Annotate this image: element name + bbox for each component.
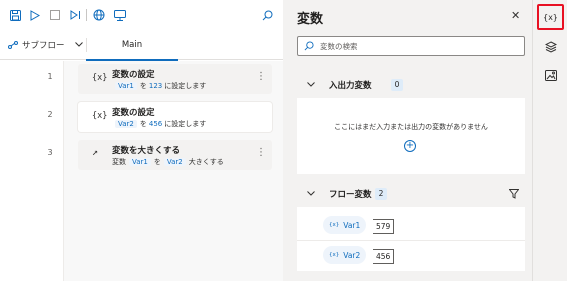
tab-bar: サブフロー Main xyxy=(0,30,283,61)
close-icon[interactable]: ✕ xyxy=(511,9,520,22)
action-increase-variable[interactable]: ↗ 変数を大きくする 変数 Var1 を Var2 大きくする ⋮ xyxy=(78,140,272,170)
more-options-icon[interactable]: ⋮ xyxy=(256,148,266,158)
more-options-icon[interactable]: ⋮ xyxy=(256,72,266,82)
desktop-recorder-icon[interactable] xyxy=(113,8,127,22)
tab-main-label: Main xyxy=(121,40,143,50)
action-set-variable-2[interactable]: {x} 変数の設定 Var2 を 456 に設定します xyxy=(78,102,272,132)
list-item[interactable]: {x} Var1 579 xyxy=(297,211,525,241)
line-number: 1 xyxy=(47,72,53,81)
search-icon xyxy=(304,41,314,54)
count-badge: 2 xyxy=(375,188,387,200)
section-title: フロー変数 xyxy=(329,190,372,200)
variable-icon: {x} xyxy=(92,111,108,121)
desc-text: に設定します xyxy=(164,120,207,128)
desc-text: を xyxy=(153,158,161,166)
variable-chip[interactable]: {x} Var1 xyxy=(323,216,367,234)
subflow-label: サブフロー xyxy=(22,41,65,51)
toolbar-separator xyxy=(86,9,87,21)
web-recorder-icon[interactable] xyxy=(92,8,106,22)
desc-text: を xyxy=(139,82,147,90)
desc-text: を xyxy=(139,120,147,128)
action-set-variable-1[interactable]: {x} 変数の設定 Var1 を 123 に設定します ⋮ xyxy=(78,64,272,94)
flow-designer: サブフロー Main 1 2 3 {x} 変数の設定 Var1 を 123 に設… xyxy=(0,0,283,281)
variable-value: 579 xyxy=(373,219,395,234)
desc-text: 変数 xyxy=(112,158,126,166)
action-title: 変数の設定 xyxy=(112,70,155,80)
filter-icon[interactable] xyxy=(508,189,520,202)
io-variables-body: ここにはまだ入力または出力の変数がありません + xyxy=(297,98,525,174)
variable-icon: {x} xyxy=(329,252,340,258)
line-number: 2 xyxy=(47,110,53,119)
variable-token: Var1 xyxy=(129,158,151,166)
action-description: Var2 を 456 に設定します xyxy=(112,119,206,129)
action-description: Var1 を 123 に設定します xyxy=(112,81,206,91)
trend-up-icon: ↗ xyxy=(92,147,99,158)
variable-chip[interactable]: {x} Var2 xyxy=(323,246,367,264)
images-icon[interactable] xyxy=(537,64,564,86)
toolbar xyxy=(0,0,283,30)
chevron-down-icon xyxy=(307,189,315,199)
variables-icon[interactable]: {x} xyxy=(537,4,564,30)
subflow-dropdown[interactable]: サブフロー xyxy=(8,30,83,60)
flow-variables-list: {x} Var1 579 {x} Var2 456 xyxy=(297,207,525,271)
variable-token: Var1 xyxy=(115,82,137,90)
action-title: 変数を大きくする xyxy=(112,146,181,156)
app-window: サブフロー Main 1 2 3 {x} 変数の設定 Var1 を 123 に設… xyxy=(0,0,567,281)
desc-text: 大きくする xyxy=(188,158,224,166)
search-icon[interactable] xyxy=(260,8,274,22)
value-token: 123 xyxy=(148,82,163,90)
variables-pane: 変数 ✕ 変数の検索 入出力変数 0 ここにはまだ入力または出力の変数がありませ… xyxy=(287,0,532,281)
variable-name: Var2 xyxy=(343,250,361,260)
variable-icon: {x} xyxy=(329,222,340,228)
action-title: 変数の設定 xyxy=(112,108,155,118)
chevron-down-icon xyxy=(74,40,83,50)
side-rail: {x} xyxy=(532,0,567,281)
flow-canvas xyxy=(64,61,283,281)
io-variables-header[interactable]: 入出力変数 0 xyxy=(297,72,525,98)
count-badge: 0 xyxy=(391,79,403,91)
flow-variables-header[interactable]: フロー変数 2 xyxy=(297,181,525,207)
ui-elements-icon[interactable] xyxy=(537,36,564,58)
line-number: 3 xyxy=(47,148,53,157)
value-token: 456 xyxy=(148,120,163,128)
variable-value: 456 xyxy=(373,249,395,264)
action-description: 変数 Var1 を Var2 大きくする xyxy=(112,157,224,167)
pane-title: 変数 xyxy=(297,12,324,27)
step-icon[interactable] xyxy=(68,8,82,22)
variable-icon: {x} xyxy=(92,73,108,83)
desc-text: に設定します xyxy=(164,82,207,90)
chevron-down-icon xyxy=(307,80,315,90)
list-item[interactable]: {x} Var2 456 xyxy=(297,241,525,271)
section-title: 入出力変数 xyxy=(329,81,372,91)
variable-name: Var1 xyxy=(343,220,361,230)
tab-main[interactable]: Main xyxy=(86,30,178,61)
variable-token: Var2 xyxy=(115,120,137,128)
variable-search-input[interactable]: 変数の検索 xyxy=(297,36,525,56)
search-placeholder: 変数の検索 xyxy=(320,42,358,51)
variable-token: Var2 xyxy=(163,158,186,166)
empty-message: ここにはまだ入力または出力の変数がありません xyxy=(334,123,488,131)
stop-icon[interactable] xyxy=(48,8,62,22)
save-icon[interactable] xyxy=(8,8,22,22)
run-icon[interactable] xyxy=(28,8,42,22)
line-number-gutter xyxy=(0,61,64,281)
variables-rail-label: {x} xyxy=(543,12,558,22)
add-variable-icon[interactable]: + xyxy=(404,140,416,152)
subflow-icon xyxy=(8,41,18,49)
